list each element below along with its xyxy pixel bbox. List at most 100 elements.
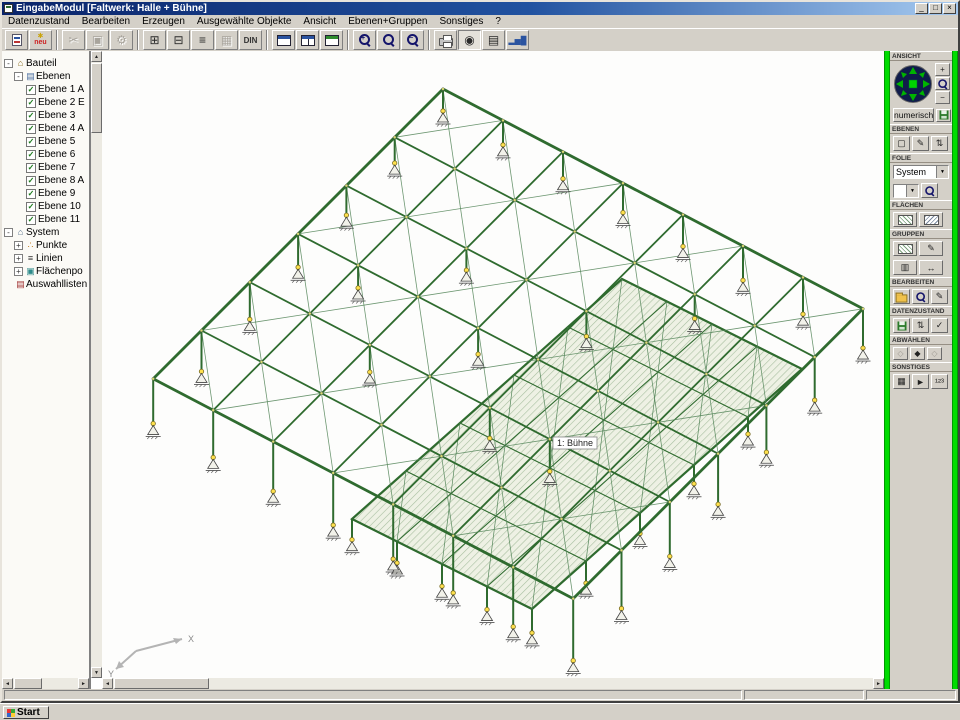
tree-horizontal-scrollbar[interactable]: ◄ ► [2, 678, 89, 689]
folie-zoom-button[interactable] [921, 183, 938, 198]
scroll-thumb[interactable] [14, 678, 42, 689]
tree-item-ebene-3[interactable]: ✓Ebene 3 [2, 109, 89, 122]
tree-item-auswahllisten[interactable]: ▤ Auswahllisten [2, 278, 89, 291]
tree-item-ebene-7[interactable]: ✓Ebene 7 [2, 161, 89, 174]
layer-check-icon[interactable]: ✓ [26, 215, 36, 225]
sonstiges-pick-button[interactable]: ► [912, 374, 929, 389]
tree-item-ebene-11[interactable]: ✓Ebene 11 [2, 213, 89, 226]
deselect-lines-button[interactable]: ◇ [927, 347, 942, 360]
layer-check-icon[interactable]: ✓ [26, 163, 36, 173]
book-button[interactable]: ▤ [482, 30, 505, 50]
expander-icon[interactable]: - [14, 72, 23, 81]
start-button[interactable]: Start [3, 706, 49, 719]
din-button[interactable]: DIN [239, 30, 262, 50]
view-zoom-out-button[interactable]: − [935, 91, 950, 104]
model-viewport[interactable]: 1: BühneXY [102, 51, 884, 678]
scroll-up-button[interactable]: ▲ [91, 51, 102, 62]
tree-item-ebene-2[interactable]: ✓Ebene 2 E [2, 96, 89, 109]
menu-erzeugen[interactable]: Erzeugen [136, 16, 191, 27]
gruppen-box-button[interactable]: ▥ [893, 260, 917, 275]
tree-item-ebene-10[interactable]: ✓Ebene 10 [2, 200, 89, 213]
bearbeiten-zoom-button[interactable] [912, 289, 929, 304]
zoom-out-button[interactable]: − [401, 30, 424, 50]
view-eye-button[interactable]: ◉ [458, 30, 481, 50]
tree-item-ebene-8[interactable]: ✓Ebene 8 A [2, 174, 89, 187]
layer-check-icon[interactable]: ✓ [26, 202, 36, 212]
scroll-left-button[interactable]: ◄ [102, 678, 113, 689]
save-view-button[interactable] [936, 109, 951, 122]
scroll-thumb[interactable] [114, 678, 209, 689]
deselect-all-button[interactable]: ◆ [910, 347, 925, 360]
bearbeiten-open-button[interactable] [893, 289, 910, 304]
menu-sonstiges[interactable]: Sonstiges [433, 16, 489, 27]
view-zoom-in-button[interactable]: + [935, 63, 950, 76]
expander-icon[interactable]: - [4, 228, 13, 237]
window-view-1-button[interactable] [272, 30, 295, 50]
datenzustand-apply-button[interactable]: ✓ [931, 318, 948, 333]
folie-filter-select[interactable]: ▼ [893, 184, 919, 198]
tree-item-ebene-4[interactable]: ✓Ebene 4 A [2, 122, 89, 135]
layer-check-icon[interactable]: ✓ [26, 111, 36, 121]
folie-select[interactable]: System ▼ [893, 165, 949, 179]
layer-check-icon[interactable]: ✓ [26, 98, 36, 108]
tree-item-ebene-9[interactable]: ✓Ebene 9 [2, 187, 89, 200]
menu-ausgewaehlte-objekte[interactable]: Ausgewählte Objekte [191, 16, 298, 27]
tree-item-ebene-6[interactable]: ✓Ebene 6 [2, 148, 89, 161]
stats-button[interactable]: ▂▅█ [506, 30, 529, 50]
settings-button[interactable]: ⚙ [110, 30, 133, 50]
scroll-down-button[interactable]: ▼ [91, 667, 102, 678]
neu-button[interactable]: ✱ neu [29, 30, 52, 50]
canvas-horizontal-scrollbar[interactable]: ◄ ► [102, 678, 884, 689]
window-view-2-button[interactable] [296, 30, 319, 50]
deselect-points-button[interactable]: ◇ [893, 347, 908, 360]
layer-check-icon[interactable]: ✓ [26, 137, 36, 147]
expander-icon[interactable]: + [14, 241, 23, 250]
view-rotation-compass[interactable] [893, 64, 933, 104]
print-button[interactable] [434, 30, 457, 50]
tree-item-linien[interactable]: + ≡ Linien [2, 252, 89, 265]
datenzustand-exchange-button[interactable]: ⇅ [912, 318, 929, 333]
ebenen-updown-button[interactable]: ⇅ [931, 136, 948, 151]
datenzustand-save-button[interactable] [893, 318, 910, 333]
tree-item-ebene-5[interactable]: ✓Ebene 5 [2, 135, 89, 148]
dropdown-arrow-icon[interactable]: ▼ [936, 166, 948, 178]
zoom-in-button[interactable]: + [353, 30, 376, 50]
mesh-button[interactable]: ▦ [215, 30, 238, 50]
tree-item-ebene-1[interactable]: ✓Ebene 1 A [2, 83, 89, 96]
tree-item-flaechenpositionen[interactable]: + ▣ Flächenpo [2, 265, 89, 278]
layer-check-icon[interactable]: ✓ [26, 124, 36, 134]
tree-item-ebenen[interactable]: - ▤ Ebenen [2, 70, 89, 83]
ebenen-list-button[interactable]: ▢ [893, 136, 910, 151]
dropdown-arrow-icon[interactable]: ▼ [906, 185, 918, 197]
properties-button[interactable]: ▣ [86, 30, 109, 50]
ebenen-edit-button[interactable]: ✎ [912, 136, 929, 151]
gruppen-edit-button[interactable]: ✎ [919, 241, 943, 256]
menu-help[interactable]: ? [489, 16, 507, 27]
expander-icon[interactable]: - [4, 59, 13, 68]
flaechen-hatch-button[interactable] [893, 212, 917, 227]
window-view-3-button[interactable] [320, 30, 343, 50]
expander-icon[interactable]: + [14, 254, 23, 263]
view-zoom-window-button[interactable] [935, 77, 950, 90]
zoom-window-button[interactable] [377, 30, 400, 50]
expander-icon[interactable]: + [14, 267, 23, 276]
tree-item-system[interactable]: - ⌂ System [2, 226, 89, 239]
cut-button[interactable]: ✂ [62, 30, 85, 50]
close-button[interactable]: × [943, 3, 956, 14]
bearbeiten-edit-button[interactable]: ✎ [931, 289, 948, 304]
structure-model-drawing[interactable]: 1: BühneXY [102, 51, 884, 678]
menu-ebenen-gruppen[interactable]: Ebenen+Gruppen [342, 16, 433, 27]
scroll-right-button[interactable]: ► [873, 678, 884, 689]
scroll-left-button[interactable]: ◄ [2, 678, 13, 689]
sonstiges-grid-button[interactable]: ▦ [893, 374, 910, 389]
flaechen-hatch2-button[interactable] [919, 212, 943, 227]
layer-check-icon[interactable]: ✓ [26, 85, 36, 95]
menu-datenzustand[interactable]: Datenzustand [2, 16, 76, 27]
tree-item-bauteil[interactable]: - ⌂ Bauteil [2, 57, 89, 70]
layer-check-icon[interactable]: ✓ [26, 189, 36, 199]
menu-ansicht[interactable]: Ansicht [297, 16, 342, 27]
tree-item-punkte[interactable]: + ∴ Punkte [2, 239, 89, 252]
maximize-button[interactable]: □ [929, 3, 942, 14]
scroll-thumb[interactable] [91, 63, 102, 133]
scroll-right-button[interactable]: ► [78, 678, 89, 689]
